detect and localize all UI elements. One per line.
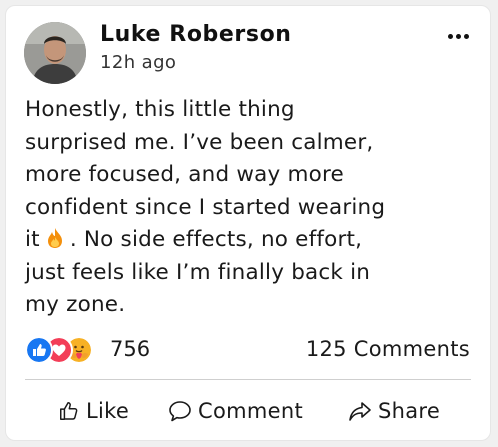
author-name[interactable]: Luke Roberson — [100, 22, 292, 47]
post-text-line: more focused, and way more — [25, 162, 344, 187]
post-text-line: it . No side effects, no effort, — [25, 224, 480, 257]
post-card: Luke Roberson 12h ago Honestly, this lit… — [5, 5, 491, 441]
post-timestamp[interactable]: 12h ago — [100, 52, 176, 73]
like-button[interactable]: Like — [58, 395, 129, 427]
post-text-fragment: . No side effects, no effort, — [69, 227, 363, 252]
divider — [25, 379, 471, 380]
thumbs-up-icon — [60, 402, 78, 420]
comment-label: Comment — [198, 399, 303, 423]
action-bar: Like Comment Share — [6, 395, 490, 427]
share-label: Share — [378, 399, 441, 423]
post-text-line: just feels like I’m finally back in — [25, 259, 371, 285]
comments-count-link[interactable]: 125 Comments — [306, 337, 470, 361]
like-icon — [25, 336, 53, 364]
avatar-photo — [24, 22, 86, 84]
comment-button[interactable]: Comment — [168, 395, 303, 427]
post-text-fragment: it — [25, 227, 40, 252]
reaction-count[interactable]: 756 — [110, 337, 150, 361]
post-text-line: Honestly, this little thing — [25, 97, 295, 122]
share-arrow-icon — [349, 402, 371, 421]
avatar[interactable] — [24, 22, 86, 84]
comment-bubble-icon — [169, 401, 191, 422]
post-text-line: confident since I started wearing — [25, 194, 386, 220]
fire-emoji-icon — [47, 228, 62, 248]
post-text: Honestly, this little thing surprised me… — [25, 94, 480, 322]
more-options-icon[interactable] — [448, 34, 470, 40]
like-label: Like — [86, 399, 130, 423]
post-text-line: surprised me. I’ve been calmer, — [25, 129, 374, 155]
post-text-line: my zone. — [25, 292, 126, 317]
share-button[interactable]: Share — [348, 395, 440, 427]
